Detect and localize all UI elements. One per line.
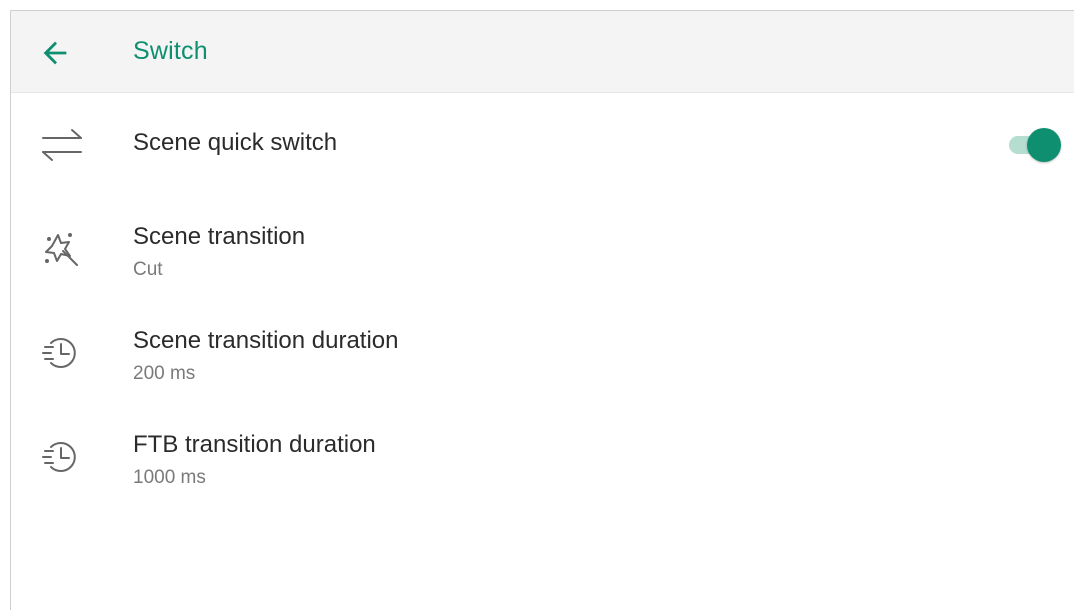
- scene-quick-switch-toggle[interactable]: [1005, 128, 1061, 162]
- page-title: Switch: [133, 37, 208, 65]
- setting-value: 200 ms: [133, 363, 196, 384]
- setting-title: Scene transition duration: [133, 327, 399, 354]
- app-bar: Switch: [11, 11, 1074, 93]
- setting-title: Scene transition: [133, 223, 306, 250]
- setting-scene-quick-switch[interactable]: Scene quick switch: [11, 107, 1074, 187]
- magic-sparkle-icon: [39, 225, 85, 271]
- timer-history-icon: [39, 434, 85, 480]
- arrow-back-icon: [43, 41, 67, 65]
- settings-screen: Switch Scene quick switch Scene transiti…: [10, 10, 1074, 610]
- setting-value: Cut: [133, 259, 163, 280]
- setting-title: Scene quick switch: [133, 129, 338, 156]
- swap-arrows-icon: [39, 123, 85, 169]
- back-button[interactable]: [35, 33, 75, 73]
- setting-value: 1000 ms: [133, 467, 206, 488]
- toggle-thumb: [1027, 128, 1061, 162]
- setting-scene-transition[interactable]: Scene transition Cut: [11, 207, 1074, 297]
- setting-title: FTB transition duration: [133, 431, 376, 458]
- setting-scene-transition-duration[interactable]: Scene transition duration 200 ms: [11, 311, 1074, 401]
- timer-history-icon: [39, 330, 85, 376]
- setting-ftb-transition-duration[interactable]: FTB transition duration 1000 ms: [11, 415, 1074, 505]
